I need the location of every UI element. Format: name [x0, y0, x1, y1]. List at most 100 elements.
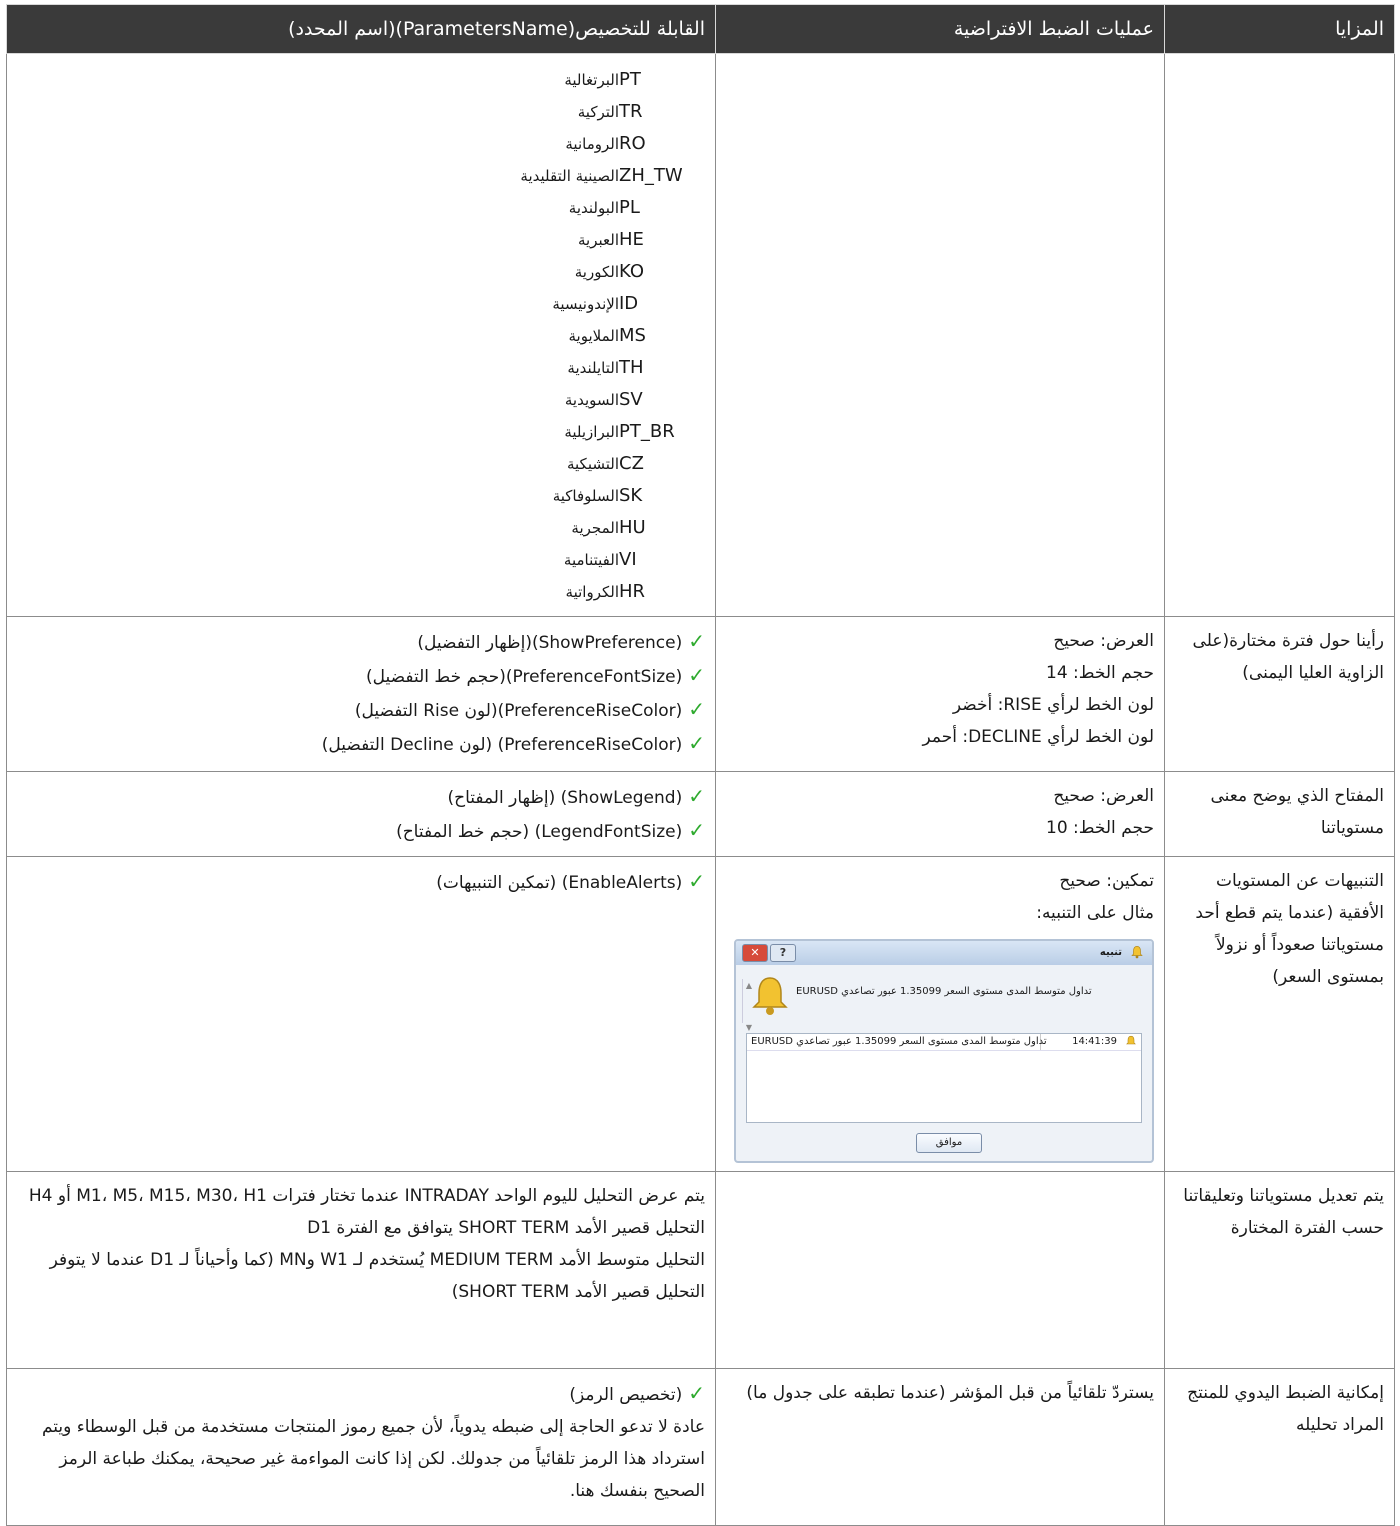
language-name: البرتغالية [564, 71, 619, 89]
language-item: HUالمجرية [17, 512, 705, 544]
language-code: CZ [619, 453, 644, 474]
language-name: التشيكية [566, 455, 619, 473]
params-legend: ✓(ShowLegend) (إظهار المفتاح) ✓(LegendFo… [6, 771, 716, 857]
default-line: تمكين: صحيح [1059, 871, 1154, 891]
language-code: ZH_TW [619, 165, 683, 186]
check-icon: ✓ [688, 784, 705, 808]
language-item: CZالتشيكية [17, 448, 705, 480]
params-opinion: ✓(ShowPreference)(إظهار التفضيل) ✓(Prefe… [6, 616, 716, 772]
help-icon[interactable]: ? [770, 944, 796, 962]
ok-button[interactable]: موافق [916, 1133, 982, 1153]
language-item: PT_BRالبرازيلية [17, 416, 705, 448]
param-label: (PreferenceRiseColor)(لون Rise التفضيل) [354, 701, 683, 721]
language-code: MS [619, 325, 646, 346]
header-defaults: عمليات الضبط الافتراضية [715, 4, 1165, 54]
cell-empty [715, 53, 1165, 617]
param-line: ✓(ShowLegend) (إظهار المفتاح) [17, 780, 705, 814]
header-features: المزايا [1164, 4, 1395, 54]
log-message: تداول متوسط المدى مستوى السعر 1.35099 عب… [751, 1036, 1047, 1047]
table-row-alerts: التنبيهات عن المستويات الأفقية (عندما يت… [6, 856, 1395, 1172]
dialog-title: تنبيه [1099, 947, 1122, 958]
table-row-opinion: رأينا حول فترة مختارة(على الزاوية العليا… [6, 616, 1395, 772]
param-label: (LegendFontSize) (حجم خط المفتاح) [396, 822, 683, 842]
language-code: RO [619, 133, 646, 154]
language-name: الملايوية [568, 327, 619, 345]
language-code: KO [619, 261, 644, 282]
close-icon[interactable]: ✕ [742, 944, 768, 962]
language-code: SK [619, 485, 643, 506]
feature-opinion: رأينا حول فترة مختارة(على الزاوية العليا… [1164, 616, 1395, 772]
param-line: ✓(EnableAlerts) (تمكين التنبيهات) [17, 865, 705, 899]
symbol-explanation: عادة لا تدعو الحاجة إلى ضبطه يدوياً، لأن… [41, 1417, 705, 1501]
language-item: TRالتركية [17, 96, 705, 128]
table-row-symbol: إمكانية الضبط اليدوي للمنتج المراد تحليل… [6, 1368, 1395, 1526]
param-line: ✓(تخصيص الرمز) [17, 1377, 705, 1411]
feature-legend: المفتاح الذي يوضح معنى مستوياتنا [1164, 771, 1395, 857]
language-code: VI [619, 549, 637, 570]
language-item: ZH_TWالصينية التقليدية [17, 160, 705, 192]
param-line: ✓(LegendFontSize) (حجم خط المفتاح) [17, 814, 705, 848]
feature-symbol: إمكانية الضبط اليدوي للمنتج المراد تحليل… [1164, 1368, 1395, 1526]
language-item: SKالسلوفاكية [17, 480, 705, 512]
language-name: السويدية [564, 391, 619, 409]
language-name: السلوفاكية [552, 487, 619, 505]
param-line: ✓(PreferenceRiseColor) (لون Decline التف… [17, 727, 705, 761]
defaults-alerts: تمكين: صحيح مثال على التنبيه: تنبيه ? ✕ … [715, 856, 1165, 1172]
table-header-row: المزايا عمليات الضبط الافتراضية القابلة … [6, 4, 1395, 54]
language-name: التايلندية [567, 359, 619, 377]
language-item: THالتايلندية [17, 352, 705, 384]
language-name: الكرواتية [565, 583, 619, 601]
language-item: HRالكرواتية [17, 576, 705, 608]
check-icon: ✓ [688, 869, 705, 893]
default-line: العرض: صحيح [1053, 631, 1154, 651]
default-line: حجم الخط: 14 [1046, 663, 1154, 683]
language-item: IDالإندونيسية [17, 288, 705, 320]
bell-icon [1131, 946, 1143, 959]
default-line: لون الخط لرأي DECLINE: أحمر [922, 727, 1155, 747]
cell-empty [1164, 53, 1395, 617]
language-code: PT [619, 69, 641, 90]
table-row-legend: المفتاح الذي يوضح معنى مستوياتنا العرض: … [6, 771, 1395, 857]
default-line: مثال على التنبيه: [1036, 903, 1154, 923]
param-label: (PreferenceRiseColor) (لون Decline التفض… [321, 735, 683, 755]
defaults-symbol: يستردّ تلقائياً من قبل المؤشر (عندما تطب… [715, 1368, 1165, 1526]
table-row-timeframe: يتم تعديل مستوياتنا وتعليقاتنا حسب الفتر… [6, 1171, 1395, 1369]
dialog-scrollbar[interactable]: ▲ ▼ [742, 979, 755, 1032]
language-item: HEالعبرية [17, 224, 705, 256]
language-code: HE [619, 229, 644, 250]
defaults-legend: العرض: صحيح حجم الخط: 10 [715, 771, 1165, 857]
language-code: PT_BR [619, 421, 675, 442]
bell-icon [1126, 1035, 1136, 1045]
dialog-message: تداول متوسط المدى مستوى السعر 1.35099 عب… [796, 986, 1092, 997]
table-row-languages: PTالبرتغالية TRالتركية ROالرومانية ZH_TWالص… [6, 53, 1395, 617]
language-name: الفيتنامية [563, 551, 619, 569]
language-name: البرازيلية [564, 423, 619, 441]
param-label: (EnableAlerts) (تمكين التنبيهات) [436, 873, 683, 893]
language-name: الرومانية [565, 135, 619, 153]
default-line: العرض: صحيح [1053, 786, 1154, 806]
language-name: الصينية التقليدية [520, 167, 619, 185]
language-item: PTالبرتغالية [17, 64, 705, 96]
alert-log-list: 14:41:39 تداول متوسط المدى مستوى السعر 1… [746, 1033, 1142, 1123]
check-icon: ✓ [688, 731, 705, 755]
feature-timeframe: يتم تعديل مستوياتنا وتعليقاتنا حسب الفتر… [1164, 1171, 1395, 1369]
log-time: 14:41:39 [1072, 1036, 1117, 1047]
param-line: ✓(PreferenceRiseColor)(لون Rise التفضيل) [17, 693, 705, 727]
param-line: ✓(ShowPreference)(إظهار التفضيل) [17, 625, 705, 659]
language-code: SV [619, 389, 643, 410]
list-item[interactable]: 14:41:39 تداول متوسط المدى مستوى السعر 1… [747, 1034, 1141, 1051]
param-label: (ShowPreference)(إظهار التفضيل) [417, 633, 683, 653]
bell-icon [752, 977, 788, 1015]
feature-alerts: التنبيهات عن المستويات الأفقية (عندما يت… [1164, 856, 1395, 1172]
language-name: الكورية [574, 263, 619, 281]
language-name: المجرية [571, 519, 619, 537]
default-line: حجم الخط: 10 [1046, 818, 1154, 838]
language-code: HU [619, 517, 646, 538]
check-icon: ✓ [688, 663, 705, 687]
language-item: PLالبولندية [17, 192, 705, 224]
language-code: TR [619, 101, 643, 122]
param-label: (ShowLegend) (إظهار المفتاح) [447, 788, 683, 808]
language-code: HR [619, 581, 646, 602]
timeframe-text: يتم عرض التحليل لليوم الواحد INTRADAY عن… [6, 1171, 716, 1369]
language-list: PTالبرتغالية TRالتركية ROالرومانية ZH_TWالص… [17, 64, 705, 608]
